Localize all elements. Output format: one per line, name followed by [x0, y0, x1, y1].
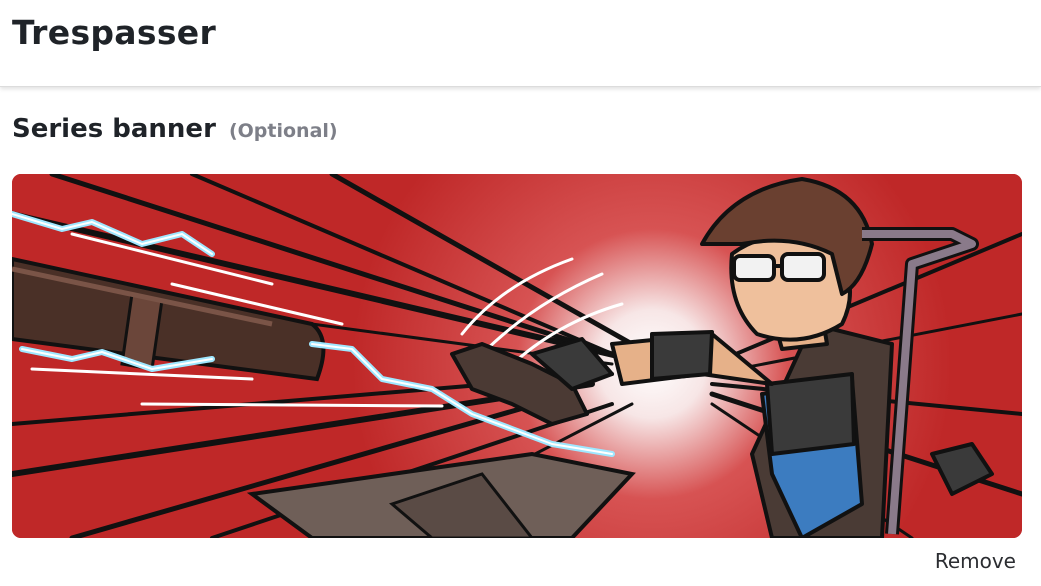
banner-illustration	[12, 174, 1022, 538]
series-banner-label: Series banner	[12, 114, 216, 144]
remove-banner-link[interactable]: Remove	[935, 548, 1016, 574]
series-banner-image	[12, 174, 1022, 538]
page-title: Trespasser	[12, 13, 217, 52]
series-banner-heading: Series banner (Optional)	[12, 111, 338, 149]
optional-label: (Optional)	[228, 120, 338, 142]
page-header: Trespasser	[0, 0, 1041, 87]
